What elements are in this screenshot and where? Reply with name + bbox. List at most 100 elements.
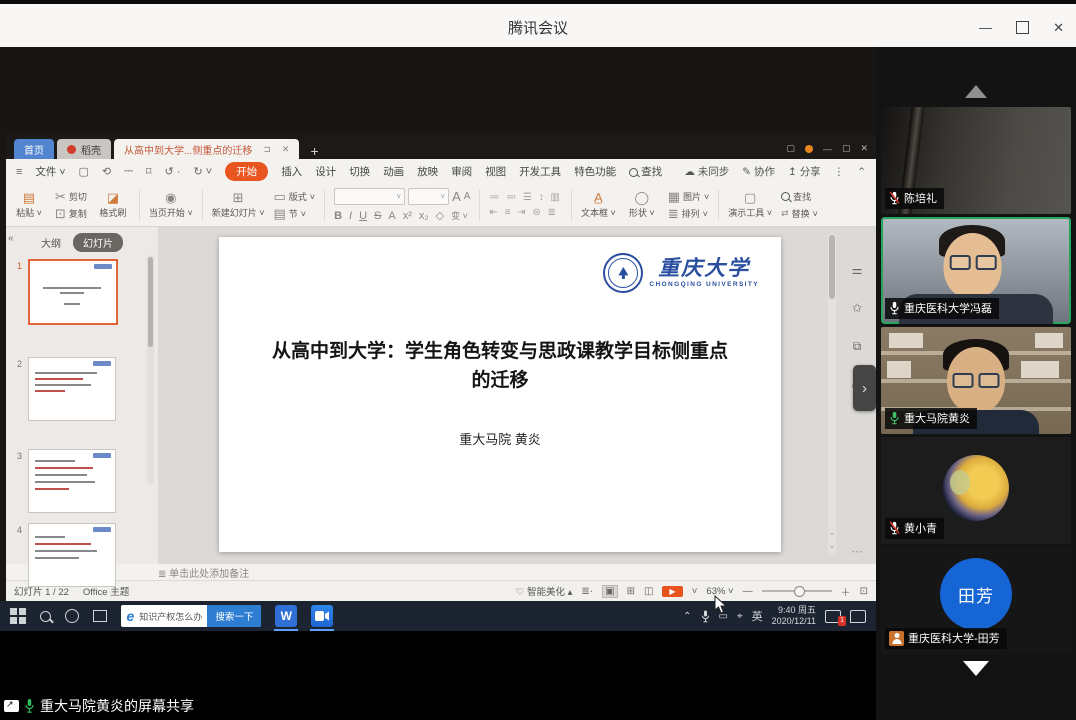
widget-icon[interactable]: ▢ [786,143,795,154]
find-button[interactable]: 查找 [781,190,818,203]
menu-transition[interactable]: 切换 [349,164,370,179]
arrange-button[interactable]: ≣排列 ˅ [668,207,710,220]
close-icon[interactable]: ✕ [1053,21,1064,34]
subscript-button[interactable]: x₂ [419,210,429,222]
tab-docer[interactable]: 稻壳 [57,139,111,159]
hamburger-icon[interactable]: ≡ [16,166,22,178]
panel-scrollbar[interactable] [147,255,154,485]
slide-thumbnail-3[interactable]: 3 [12,449,116,513]
zoom-out-icon[interactable]: — [743,586,753,597]
highlight-button[interactable]: ◇ [436,209,444,222]
fit-screen-icon[interactable]: ⊡ [860,586,868,597]
shapes-button[interactable]: ◯形状 ˅ [625,191,659,219]
participant-tile[interactable]: 重大马院黄炎 [881,327,1071,434]
slide-1[interactable]: 重庆大学 CHONGQING UNIVERSITY 从高中到大学：学生角色转变与… [219,237,781,552]
maximize-icon[interactable] [1016,21,1029,34]
zoom-slider-thumb[interactable] [794,586,805,597]
notification-icon[interactable]: 1 [825,610,841,623]
bold-button[interactable]: B [334,210,342,222]
slide-thumbnail-2[interactable]: 2 [12,357,116,421]
section-button[interactable]: ▤节 ˅ [273,207,315,220]
wps-minimize-icon[interactable]: — [823,144,832,154]
replace-button[interactable]: ⇄替换 ˅ [781,207,818,220]
menu-start[interactable]: 开始 [225,162,268,181]
participant-tile[interactable]: 田芳 重庆医科大学-田芳 [881,547,1071,654]
notes-placeholder[interactable]: ≣ 单击此处添加备注 [158,565,249,580]
wps-close-icon[interactable]: ✕ [860,143,868,154]
menu-insert[interactable]: 插入 [281,164,302,179]
menu-slideshow[interactable]: 放映 [417,164,438,179]
share-button[interactable]: ↥ 分享 [788,164,821,179]
expand-sidebar-tab[interactable]: › [853,365,876,411]
menu-review[interactable]: 审阅 [451,164,472,179]
taskbar-search-icon[interactable] [40,611,51,622]
menu-view[interactable]: 视图 [485,164,506,179]
tray-expand-icon[interactable]: ⌃ [683,611,691,622]
tray-mic-icon[interactable] [701,610,710,623]
decrease-font-icon[interactable]: A [464,192,471,202]
menu-file[interactable]: 文件 ˅ [35,164,65,179]
tab-home[interactable]: 首页 [14,139,54,159]
wps-restore-icon[interactable]: ▢ [842,143,851,154]
slide-thumbnail-1[interactable]: 1 [12,259,118,325]
tab-slides[interactable]: 幻灯片 [73,233,123,252]
layout-button[interactable]: ▭版式 ˅ [273,190,315,203]
zoom-in-icon[interactable]: ＋ [841,584,851,599]
collab-button[interactable]: ✎ 协作 [742,164,775,179]
strikethrough-button[interactable]: S [374,210,381,222]
text-effect-button[interactable]: 变 ˅ [451,209,468,222]
menu-animation[interactable]: 动画 [383,164,404,179]
menu-find[interactable]: 查找 [629,164,662,179]
list-indent-icons[interactable]: ≔ ≕ ☰ ↕ ▥ [489,192,562,203]
new-tab-button[interactable]: + [302,143,326,159]
play-from-current-button[interactable]: ◉当页开始 ˅ [149,191,193,219]
output-icon[interactable]: ⟲ [102,165,111,178]
font-family-select[interactable]: ˅ [334,188,405,205]
slide-thumbnail-4[interactable]: 4 [12,523,116,587]
tab-document[interactable]: 从高中到大学...侧重点的迁移⊐✕ [114,139,299,159]
beautify-star-icon[interactable]: ✩ [852,301,862,315]
more-icon[interactable]: ⋮ [834,166,845,178]
taskbar-clock[interactable]: 9:40 周五 2020/12/11 [772,605,816,628]
present-tools-button[interactable]: ▢演示工具 ˅ [728,191,772,219]
underline-button[interactable]: U [359,210,367,222]
slideshow-play-button[interactable]: ▶ [662,586,682,597]
cut-button[interactable]: ✂剪切 [55,190,87,203]
rail-more-icon[interactable]: ⋯ [852,545,863,558]
new-slide-button[interactable]: ⊞新建幻灯片 ˅ [212,191,265,219]
italic-button[interactable]: I [349,210,352,222]
save-icon[interactable]: ▢ [78,165,88,178]
preview-icon[interactable]: ⌑ [146,165,152,178]
play-options-icon[interactable]: ˅ [692,586,698,597]
tab-outline[interactable]: 大纲 [41,235,61,250]
textbox-button[interactable]: A̲文本框 ˅ [581,191,616,219]
minimize-icon[interactable]: — [979,21,992,34]
notes-toggle-icon[interactable]: ≣· [581,586,593,597]
screen-share-pill[interactable]: 重大马院黄炎的屏幕共享 [0,693,203,718]
print-icon[interactable]: ⎓ [124,165,133,178]
cortana-icon[interactable] [65,609,79,623]
superscript-button[interactable]: x² [403,210,412,222]
layers-icon[interactable]: ⧉ [853,339,862,354]
align-icons[interactable]: ⇤ ≡ ⇥ ⊜ ≣ [489,207,562,218]
paste-button[interactable]: ▤粘贴 ˅ [12,191,46,219]
picture-button[interactable]: ▦图片 ˅ [668,190,710,203]
smart-beautify-button[interactable]: ♡ 智能美化 ▴ [516,584,573,598]
reading-view-icon[interactable]: ◫ [644,586,653,597]
menu-design[interactable]: 设计 [315,164,336,179]
menu-features[interactable]: 特色功能 [574,164,616,179]
taskbar-wps-icon[interactable]: W [275,605,297,627]
zoom-slider[interactable] [762,590,832,592]
news-search-widget[interactable]: e 知识产权怎么办 搜索一下 [121,605,262,627]
sorter-view-icon[interactable]: ⊞ [627,586,635,597]
participant-tile[interactable]: 陈培礼 [881,107,1071,214]
action-center-icon[interactable] [850,610,866,623]
redo-icon[interactable]: ↻ ˅ [193,165,212,178]
properties-icon[interactable]: ⚌ [852,263,863,277]
font-color-button[interactable]: A [388,210,395,222]
scroll-down-arrow-icon[interactable] [963,661,989,676]
task-view-icon[interactable] [93,610,107,622]
participant-tile[interactable]: 黄小青 [881,437,1071,544]
sync-status[interactable]: ☁ 未同步 [684,164,729,179]
input-language[interactable]: 英 [752,608,763,624]
